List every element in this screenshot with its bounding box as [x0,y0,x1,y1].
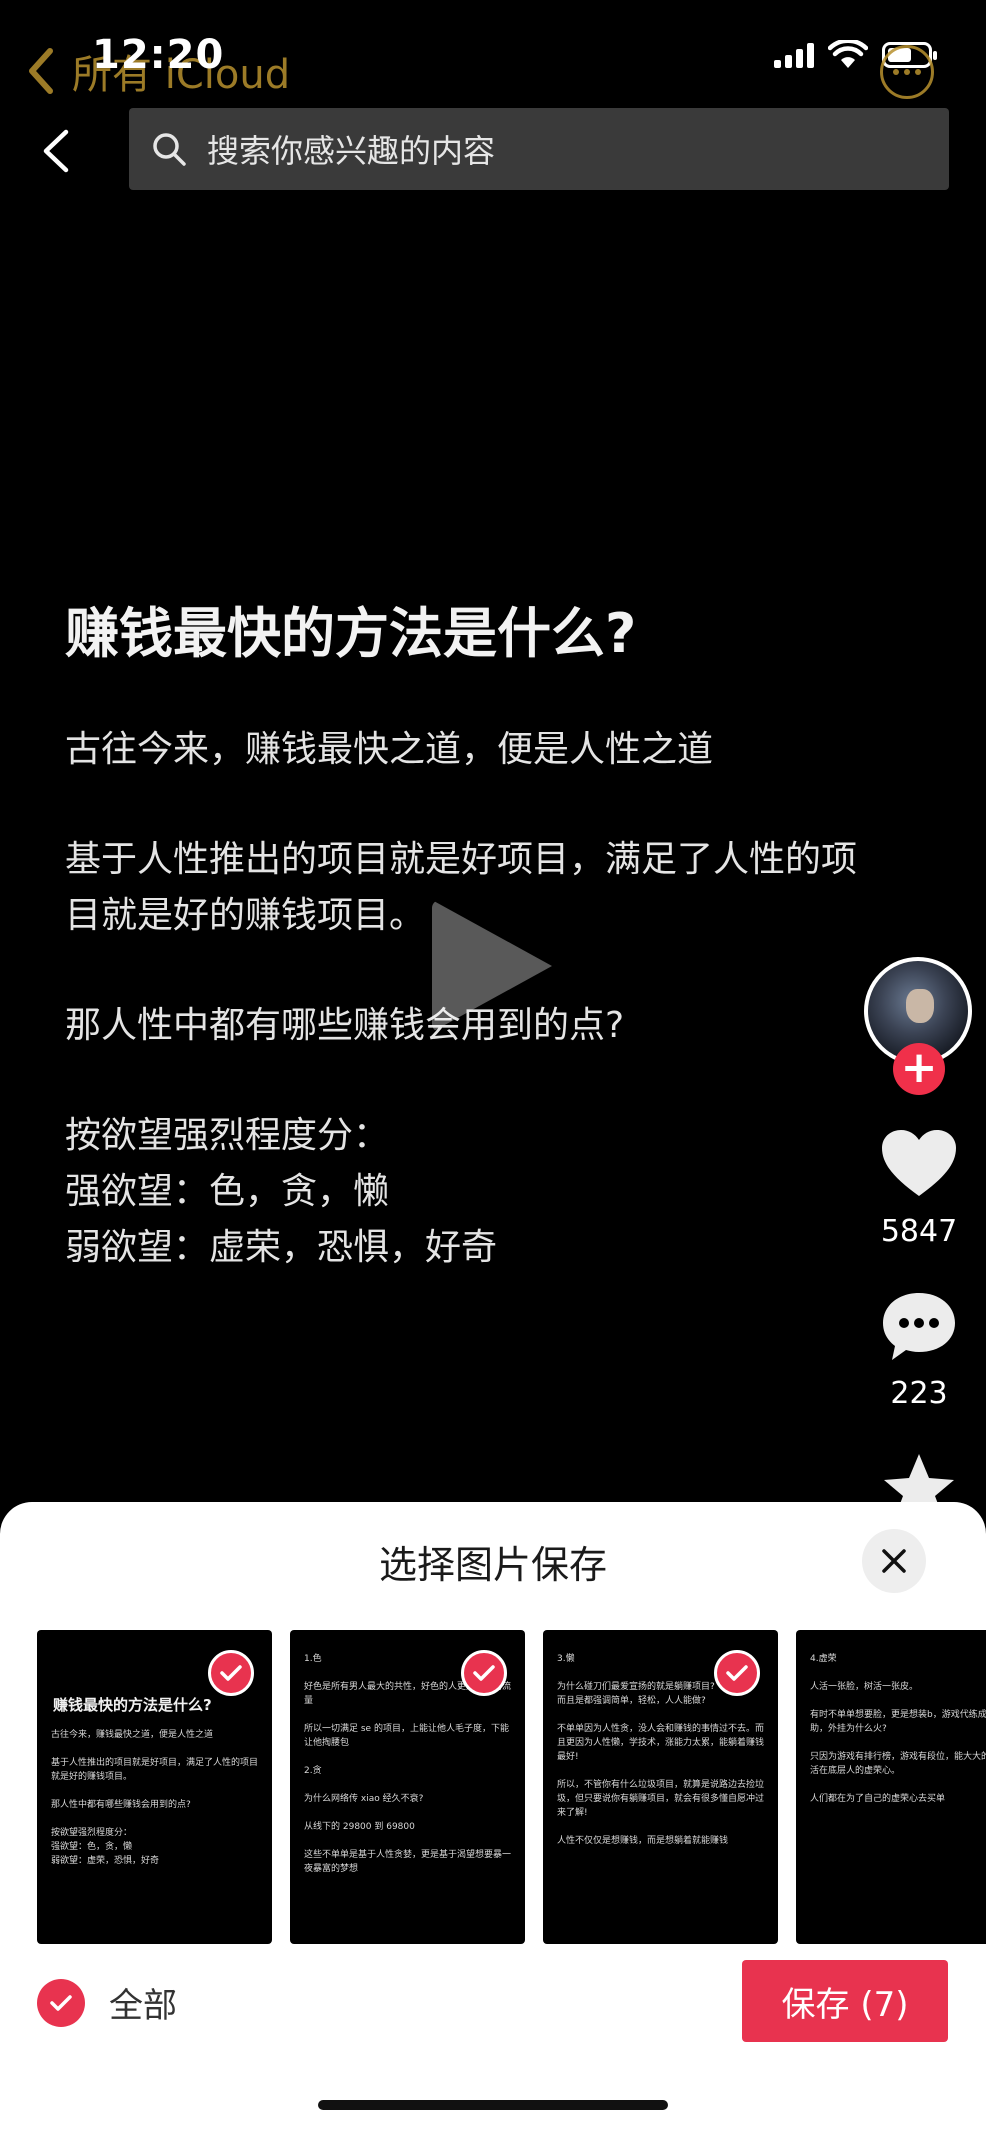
thumbnail-title: 赚钱最快的方法是什么? [53,1696,212,1714]
image-thumbnail[interactable]: 4.虚荣 人活一张脸，树活一张皮。 有时不单单想要脸，更是想装b，游戏代练成本，… [796,1630,986,1944]
select-all-label: 全部 [109,1986,177,2026]
select-all-checkbox[interactable] [37,1978,85,2027]
post-line: 强欲望：色，贪，懒 [65,1171,390,1212]
save-button[interactable]: 保存 (7) [742,1960,948,2042]
like-count: 5847 [880,1214,958,1249]
sheet-title: 选择图片保存 [378,1543,607,1587]
post-title: 赚钱最快的方法是什么? [65,602,637,665]
chevron-left-icon [29,48,53,94]
cellular-signal-icon [774,42,814,68]
home-indicator[interactable] [318,2100,668,2110]
checkmark-icon [473,1665,495,1681]
thumbnail-selected-checkbox[interactable] [714,1650,760,1696]
like-heart-icon[interactable] [880,1128,958,1198]
thumbnail-selected-checkbox[interactable] [208,1650,254,1696]
thumbnail-selected-checkbox[interactable] [461,1650,507,1696]
thumbnail-text: 古往今来，赚钱最快之道，便是人性之道 基于人性推出的项目就是好项目，满足了人性的… [51,1730,259,1866]
search-icon [153,133,186,166]
more-options-icon[interactable] [880,45,934,99]
post-line: 弱欲望：虚荣，恐惧，好奇 [65,1227,498,1268]
checkmark-icon [726,1665,748,1681]
post-line: 古往今来，赚钱最快之道，便是人性之道 [65,729,714,770]
checkmark-icon [220,1665,242,1681]
image-thumbnail-strip: 赚钱最快的方法是什么? 古往今来，赚钱最快之道，便是人性之道 基于人性推出的项目… [37,1630,986,1944]
close-icon [882,1549,906,1573]
play-icon[interactable] [432,900,552,1032]
image-thumbnail[interactable]: 3.懒 为什么碰刀们最爱宣扬的就是躺赚项目? 而且是都强调简单，轻松，人人能做?… [543,1630,778,1944]
search-input[interactable]: 搜索你感兴趣的内容 [129,108,949,190]
back-arrow-icon[interactable] [40,128,70,174]
post-line: 基于人性推出的项目就是好项目，满足了人性的项 [65,839,858,880]
post-line: 按欲望强烈程度分： [65,1115,390,1156]
status-time: 12:20 [92,32,225,78]
image-thumbnail[interactable]: 赚钱最快的方法是什么? 古往今来，赚钱最快之道，便是人性之道 基于人性推出的项目… [37,1630,272,1944]
close-button[interactable] [862,1529,926,1593]
search-placeholder: 搜索你感兴趣的内容 [207,132,496,170]
thumbnail-text: 4.虚荣 人活一张脸，树活一张皮。 有时不单单想要脸，更是想装b，游戏代练成本，… [810,1654,986,1804]
wifi-icon [828,40,868,68]
image-thumbnail[interactable]: 1.色 好色是所有男人最大的共性，好色的人更是最大的流量 所以一切满足 se 的… [290,1630,525,1944]
checkmark-icon [50,1994,72,2011]
comment-count: 223 [890,1376,948,1411]
comment-icon[interactable] [880,1290,958,1364]
select-all-toggle[interactable]: 全部 [37,1978,177,2027]
follow-button[interactable]: + [893,1043,945,1095]
